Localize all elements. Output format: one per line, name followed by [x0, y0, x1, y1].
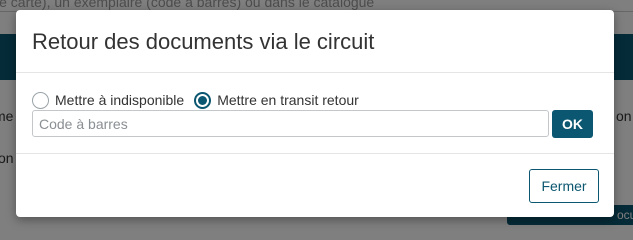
barcode-input[interactable]: [32, 110, 549, 137]
radio-unavailable[interactable]: [32, 91, 49, 109]
ok-button[interactable]: OK: [552, 110, 593, 138]
dialog-body: Mettre à indisponible Mettre en transit …: [16, 74, 614, 154]
dialog-footer: Fermer: [16, 155, 614, 217]
close-button[interactable]: Fermer: [529, 169, 599, 203]
return-documents-dialog: Retour des documents via le circuit Mett…: [16, 10, 614, 217]
radio-transit-return-label: Mettre en transit retour: [217, 92, 359, 108]
radio-unavailable-label: Mettre à indisponible: [55, 92, 185, 108]
dialog-title: Retour des documents via le circuit: [32, 29, 375, 54]
radio-option-transit-return[interactable]: Mettre en transit retour: [194, 91, 359, 109]
dialog-header: Retour des documents via le circuit: [16, 10, 614, 73]
radio-option-unavailable[interactable]: Mettre à indisponible: [32, 91, 185, 109]
radio-transit-return[interactable]: [194, 91, 212, 109]
return-mode-radio-group: Mettre à indisponible Mettre en transit …: [32, 90, 369, 110]
